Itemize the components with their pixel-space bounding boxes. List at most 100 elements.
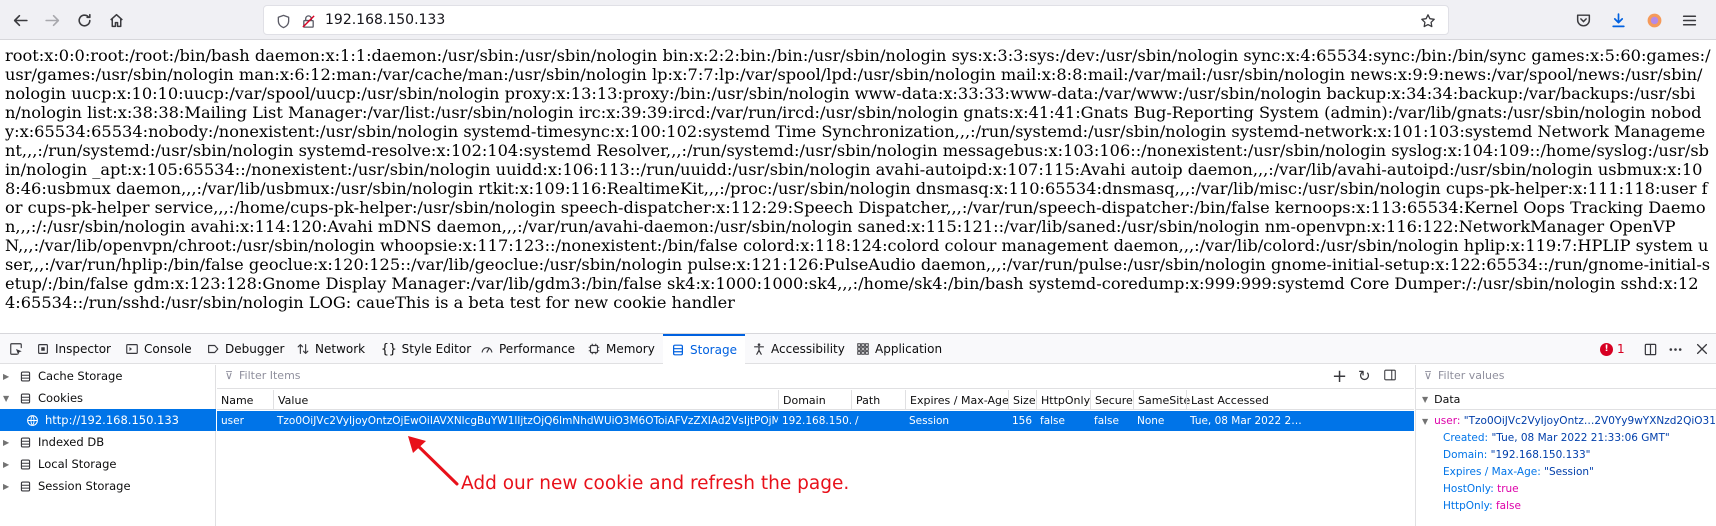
back-button[interactable] — [6, 6, 34, 34]
storage-icon — [18, 369, 32, 383]
column-header-samesite[interactable]: SameSite — [1133, 390, 1190, 410]
error-count-badge[interactable]: ! 1 — [1600, 342, 1625, 356]
tab-memory[interactable]: Memory — [587, 334, 655, 364]
cookie-path-cell[interactable]: / — [851, 411, 905, 431]
tab-application[interactable]: Application — [856, 334, 942, 364]
reload-button[interactable] — [70, 6, 98, 34]
column-header-name[interactable]: Name — [217, 390, 253, 410]
home-icon — [109, 13, 123, 27]
detail-value: "Tzo0OiJVc2VyIjoyOntz…2V0Yy9wYXNzd2QiO31… — [1463, 415, 1716, 427]
detail-key: HttpOnly: — [1443, 500, 1493, 512]
filter-items-input[interactable]: Filter Items — [239, 369, 301, 382]
performance-gauge-icon — [481, 347, 493, 353]
column-header-expires[interactable]: Expires / Max-Age — [905, 390, 1009, 410]
tab-network[interactable]: Network — [296, 334, 365, 364]
pocket-button[interactable] — [1569, 6, 1597, 34]
tab-label: Debugger — [225, 342, 285, 356]
column-header-domain[interactable]: Domain — [778, 390, 826, 410]
tab-storage[interactable]: Storage — [663, 334, 745, 364]
column-header-secure[interactable]: Secure — [1090, 390, 1133, 410]
detail-hostonly[interactable]: HostOnly: true — [1443, 480, 1519, 498]
column-header-size[interactable]: Size — [1008, 390, 1036, 410]
storage-icon — [18, 479, 32, 493]
arrow-right-icon — [44, 14, 59, 26]
tab-label: Performance — [499, 342, 576, 356]
tab-label: Application — [875, 342, 943, 356]
memory-chip-icon — [588, 343, 600, 355]
cookie-value-cell[interactable]: Tzo0OiJVc2VyIjoyOntzOjEwOiIAVXNlcgBuYW1l… — [273, 411, 778, 431]
element-picker-button[interactable] — [4, 334, 28, 364]
expand-arrow-icon[interactable]: ▶ — [3, 438, 13, 447]
tree-item-label: Cookies — [38, 391, 84, 405]
column-header-last-accessed[interactable]: Last Accessed — [1186, 390, 1269, 410]
storage-icon — [18, 391, 32, 405]
tab-debugger[interactable]: Debugger — [206, 334, 284, 364]
tab-console[interactable]: Console — [125, 334, 192, 364]
collapse-arrow-icon[interactable]: ▼ — [1422, 395, 1428, 404]
detail-created[interactable]: Created: "Tue, 08 Mar 2022 21:33:06 GMT" — [1443, 429, 1670, 447]
cookie-last-accessed-cell[interactable]: Tue, 08 Mar 2022 2… — [1186, 411, 1414, 431]
toggle-sidebar-button[interactable] — [1383, 368, 1397, 385]
url-bar[interactable]: 192.168.150.133 — [263, 5, 1449, 35]
tab-inspector[interactable]: Inspector — [36, 334, 111, 364]
cookie-expires-cell[interactable]: Session — [905, 411, 1008, 431]
section-label: Data — [1434, 393, 1461, 406]
expand-arrow-icon[interactable]: ▶ — [3, 460, 13, 469]
accessibility-icon — [754, 343, 764, 355]
insecure-lock-icon[interactable] — [299, 12, 317, 30]
home-button[interactable] — [102, 6, 130, 34]
tree-item-cache-storage[interactable]: ▶ Cache Storage — [0, 365, 216, 387]
cookie-size-cell[interactable]: 156 — [1008, 411, 1036, 431]
tab-label: Network — [315, 342, 366, 356]
expand-arrow-icon[interactable]: ▶ — [3, 482, 13, 491]
cookie-name-cell[interactable]: user — [217, 411, 273, 431]
filter-icon: ⊽ — [1424, 369, 1433, 382]
detail-key: HostOnly: — [1443, 483, 1494, 495]
network-icon — [297, 343, 309, 355]
bookmark-star-icon[interactable] — [1419, 12, 1437, 30]
refresh-items-button[interactable]: ↻ — [1358, 367, 1371, 385]
storage-tree: ▶ Cache Storage ▼ Cookies http://192.168… — [0, 365, 216, 526]
detail-expires[interactable]: Expires / Max-Age: "Session" — [1443, 463, 1594, 481]
downloads-button[interactable] — [1604, 6, 1632, 34]
filter-values-input[interactable]: Filter values — [1438, 369, 1505, 382]
tab-label: Inspector — [55, 342, 111, 356]
account-button[interactable] — [1640, 6, 1668, 34]
tree-item-indexed-db[interactable]: ▶ Indexed DB — [0, 431, 216, 453]
forward-button[interactable] — [38, 6, 66, 34]
detail-httponly[interactable]: HttpOnly: false — [1443, 497, 1521, 515]
add-item-button[interactable]: + — [1332, 366, 1347, 387]
table-header: Name Value Domain Path Expires / Max-Age… — [217, 390, 1414, 410]
tree-item-cookies[interactable]: ▼ Cookies — [0, 387, 216, 409]
shield-icon[interactable] — [274, 12, 292, 30]
tree-item-local-storage[interactable]: ▶ Local Storage — [0, 453, 216, 475]
cookie-secure-cell[interactable]: false — [1090, 411, 1133, 431]
arrow-left-icon — [13, 14, 28, 26]
more-options-button[interactable] — [1667, 341, 1683, 357]
error-count: 1 — [1617, 342, 1625, 356]
tab-accessibility[interactable]: Accessibility — [752, 334, 845, 364]
cookie-samesite-cell[interactable]: None — [1133, 411, 1186, 431]
cookie-domain-cell[interactable]: 192.168.150… — [778, 411, 851, 431]
tree-item-cookie-host[interactable]: http://192.168.150.133 — [0, 409, 216, 431]
expand-arrow-icon[interactable]: ▶ — [3, 372, 13, 381]
tab-performance[interactable]: Performance — [480, 334, 575, 364]
cookie-httponly-cell[interactable]: false — [1036, 411, 1090, 431]
detail-main-entry[interactable]: ▼ user: "Tzo0OiJVc2VyIjoyOntz…2V0Yy9wYXN… — [1422, 412, 1716, 430]
column-header-path[interactable]: Path — [851, 390, 880, 410]
data-section-header[interactable]: ▼ Data — [1416, 390, 1716, 410]
details-sidebar: ⊽ Filter values ▼ Data ▼ user: "Tzo0OiJV… — [1415, 365, 1716, 526]
collapse-arrow-icon[interactable]: ▼ — [3, 394, 13, 403]
url-text[interactable]: 192.168.150.133 — [325, 12, 445, 28]
dock-side-button[interactable] — [1642, 341, 1658, 357]
close-devtools-button[interactable] — [1694, 341, 1710, 357]
column-header-value[interactable]: Value — [273, 390, 308, 410]
menu-button[interactable] — [1675, 6, 1703, 34]
table-row[interactable]: user Tzo0OiJVc2VyIjoyOntzOjEwOiIAVXNlcgB… — [217, 411, 1414, 431]
detail-domain[interactable]: Domain: "192.168.150.133" — [1443, 446, 1590, 464]
collapse-arrow-icon[interactable]: ▼ — [1422, 417, 1428, 426]
column-header-httponly[interactable]: HttpOnly — [1036, 390, 1090, 410]
page-body-text: root:x:0:0:root:/root:/bin/bash daemon:x… — [5, 46, 1711, 312]
tab-style-editor[interactable]: {} Style Editor — [381, 334, 471, 364]
tree-item-session-storage[interactable]: ▶ Session Storage — [0, 475, 216, 497]
